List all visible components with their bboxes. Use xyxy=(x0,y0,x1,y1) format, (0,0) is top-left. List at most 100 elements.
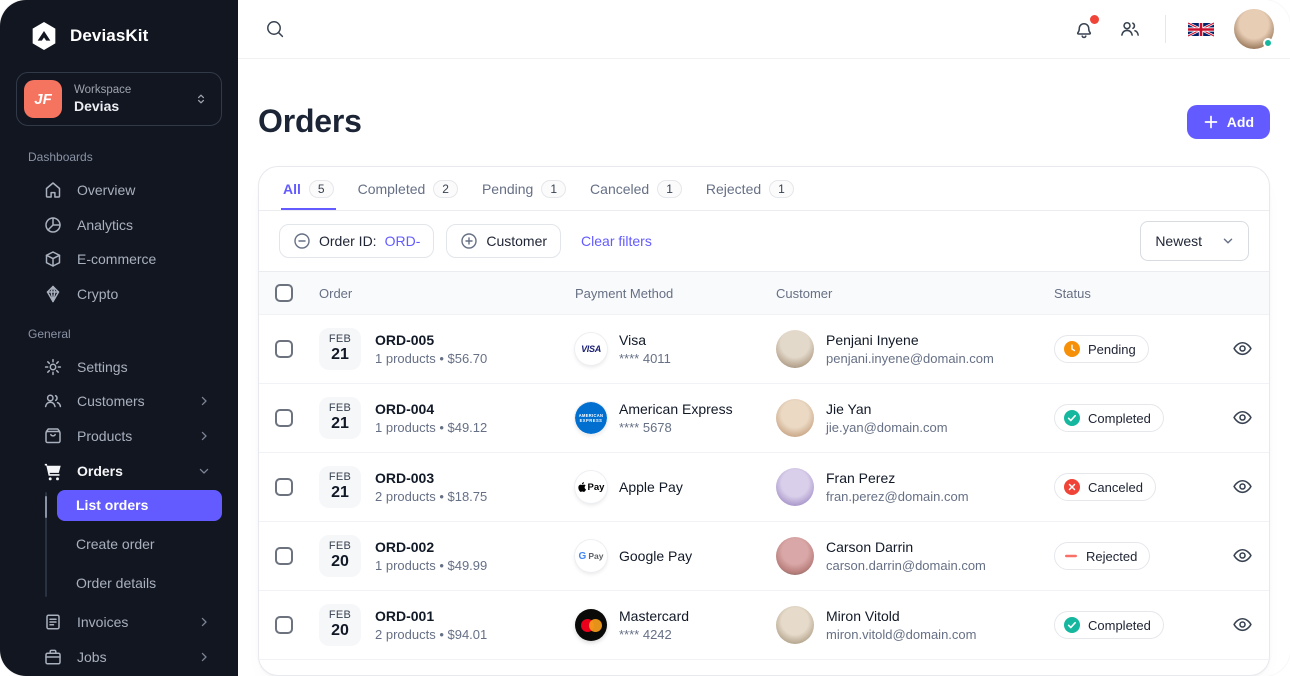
gear-icon xyxy=(43,357,63,377)
tab-label: Rejected xyxy=(706,181,761,197)
payment-card-number: **** 4242 xyxy=(619,627,689,642)
chart-pie-icon xyxy=(43,215,63,235)
sidebar-item-crypto[interactable]: Crypto xyxy=(28,278,222,310)
user-avatar[interactable] xyxy=(1234,9,1274,49)
sidebar-item-products[interactable]: Products xyxy=(28,420,222,452)
date-month: FEB xyxy=(319,402,361,414)
sidebar-item-analytics[interactable]: Analytics xyxy=(28,209,222,241)
date-day: 20 xyxy=(319,622,361,640)
status-badge: Rejected xyxy=(1054,542,1150,570)
table-row: FEB21 ORD-0032 products • $18.75 Pay App… xyxy=(259,453,1269,522)
brand[interactable]: DeviasKit xyxy=(16,0,222,64)
clock-icon xyxy=(1064,341,1080,357)
briefcase-icon xyxy=(43,647,63,667)
chevron-right-icon xyxy=(196,428,212,444)
view-order-button[interactable] xyxy=(1229,611,1256,638)
sidebar-item-create-order[interactable]: Create order xyxy=(57,529,222,560)
sidebar-item-invoices[interactable]: Invoices xyxy=(28,607,222,639)
sub-item-label: Order details xyxy=(76,575,156,591)
row-checkbox[interactable] xyxy=(275,409,293,427)
table-row: FEB21 ORD-0051 products • $56.70 VISA Vi… xyxy=(259,315,1269,384)
customer-email: penjani.inyene@domain.com xyxy=(826,351,994,366)
gpay-pay-wordmark: Pay xyxy=(588,551,603,561)
clear-filters-button[interactable]: Clear filters xyxy=(581,233,652,249)
x-circle-icon xyxy=(1064,479,1080,495)
tab-canceled[interactable]: Canceled 1 xyxy=(588,167,684,210)
date-month: FEB xyxy=(319,333,361,345)
tab-all[interactable]: All 5 xyxy=(281,167,336,210)
sidebar-item-label: Products xyxy=(77,428,132,444)
customer-name: Penjani Inyene xyxy=(826,332,994,348)
tab-rejected[interactable]: Rejected 1 xyxy=(704,167,796,210)
customer-filter-chip[interactable]: Customer xyxy=(446,224,561,258)
date-month: FEB xyxy=(319,609,361,621)
contacts-button[interactable] xyxy=(1117,16,1143,42)
eye-icon xyxy=(1232,545,1253,566)
sidebar-item-label: Customers xyxy=(77,393,145,409)
tab-count-badge: 2 xyxy=(433,180,458,198)
chevron-down-icon xyxy=(196,463,212,479)
notifications-button[interactable] xyxy=(1071,16,1097,42)
row-checkbox[interactable] xyxy=(275,340,293,358)
sort-value: Newest xyxy=(1155,233,1202,249)
filter-chip-label: Order ID: xyxy=(319,233,377,249)
customer-avatar xyxy=(776,606,814,644)
status-tabs: All 5 Completed 2 Pending 1 Canceled 1 xyxy=(259,167,1269,211)
cart-icon xyxy=(43,461,63,481)
customer-email: fran.perez@domain.com xyxy=(826,489,969,504)
view-order-button[interactable] xyxy=(1229,473,1256,500)
sidebar-item-order-details[interactable]: Order details xyxy=(57,568,222,599)
date-badge: FEB21 xyxy=(319,466,361,508)
orders-subnav: List orders Create order Order details xyxy=(28,490,222,607)
topbar-divider xyxy=(1165,15,1166,43)
online-status-dot xyxy=(1263,38,1273,48)
previous-page-button[interactable] xyxy=(1185,672,1209,676)
payment-name: Visa xyxy=(619,332,671,348)
view-order-button[interactable] xyxy=(1229,542,1256,569)
status-badge: Canceled xyxy=(1054,473,1156,501)
table-row: FEB21 ORD-0041 products • $49.12 AMERICA… xyxy=(259,384,1269,453)
view-order-button[interactable] xyxy=(1229,335,1256,362)
sidebar-item-orders[interactable]: Orders xyxy=(28,455,222,487)
tab-completed[interactable]: Completed 2 xyxy=(356,167,460,210)
home-icon xyxy=(43,180,63,200)
users-icon xyxy=(43,391,63,411)
row-checkbox[interactable] xyxy=(275,478,293,496)
section-label-general: General xyxy=(28,327,222,341)
row-checkbox[interactable] xyxy=(275,547,293,565)
view-order-button[interactable] xyxy=(1229,404,1256,431)
sort-select[interactable]: Newest xyxy=(1140,221,1249,261)
sidebar: DeviasKit JF Workspace Devias Dashboards… xyxy=(0,0,238,676)
chevron-right-icon xyxy=(196,614,212,630)
tab-count-badge: 1 xyxy=(769,180,794,198)
workspace-selector[interactable]: JF Workspace Devias xyxy=(16,72,222,126)
tab-pending[interactable]: Pending 1 xyxy=(480,167,568,210)
select-all-checkbox[interactable] xyxy=(275,284,293,302)
search-button[interactable] xyxy=(262,16,288,42)
sidebar-item-jobs[interactable]: Jobs xyxy=(28,641,222,673)
sidebar-item-overview[interactable]: Overview xyxy=(28,174,222,206)
pagination-nav xyxy=(1185,672,1249,676)
customer-email: carson.darrin@domain.com xyxy=(826,558,986,573)
date-day: 20 xyxy=(319,553,361,571)
next-page-button[interactable] xyxy=(1225,672,1249,676)
customer-avatar xyxy=(776,399,814,437)
sidebar-item-ecommerce[interactable]: E-commerce xyxy=(28,243,222,275)
deviaskit-logo-icon xyxy=(28,20,60,52)
sidebar-item-settings[interactable]: Settings xyxy=(28,351,222,383)
add-button[interactable]: Add xyxy=(1187,105,1270,139)
table-header-row: Order Payment Method Customer Status xyxy=(259,272,1269,315)
dash-icon xyxy=(1064,548,1078,564)
order-id-filter-chip[interactable]: Order ID: ORD- xyxy=(279,224,434,258)
visa-wordmark: VISA xyxy=(581,344,601,354)
topbar xyxy=(238,0,1290,59)
uk-flag[interactable] xyxy=(1188,21,1214,38)
sidebar-item-list-orders[interactable]: List orders xyxy=(57,490,222,521)
tab-label: Pending xyxy=(482,181,533,197)
eye-icon xyxy=(1232,338,1253,359)
customer-name: Jie Yan xyxy=(826,401,948,417)
sidebar-item-customers[interactable]: Customers xyxy=(28,386,222,418)
row-checkbox[interactable] xyxy=(275,616,293,634)
chevron-down-icon xyxy=(1220,233,1236,249)
order-id: ORD-001 xyxy=(375,608,487,624)
